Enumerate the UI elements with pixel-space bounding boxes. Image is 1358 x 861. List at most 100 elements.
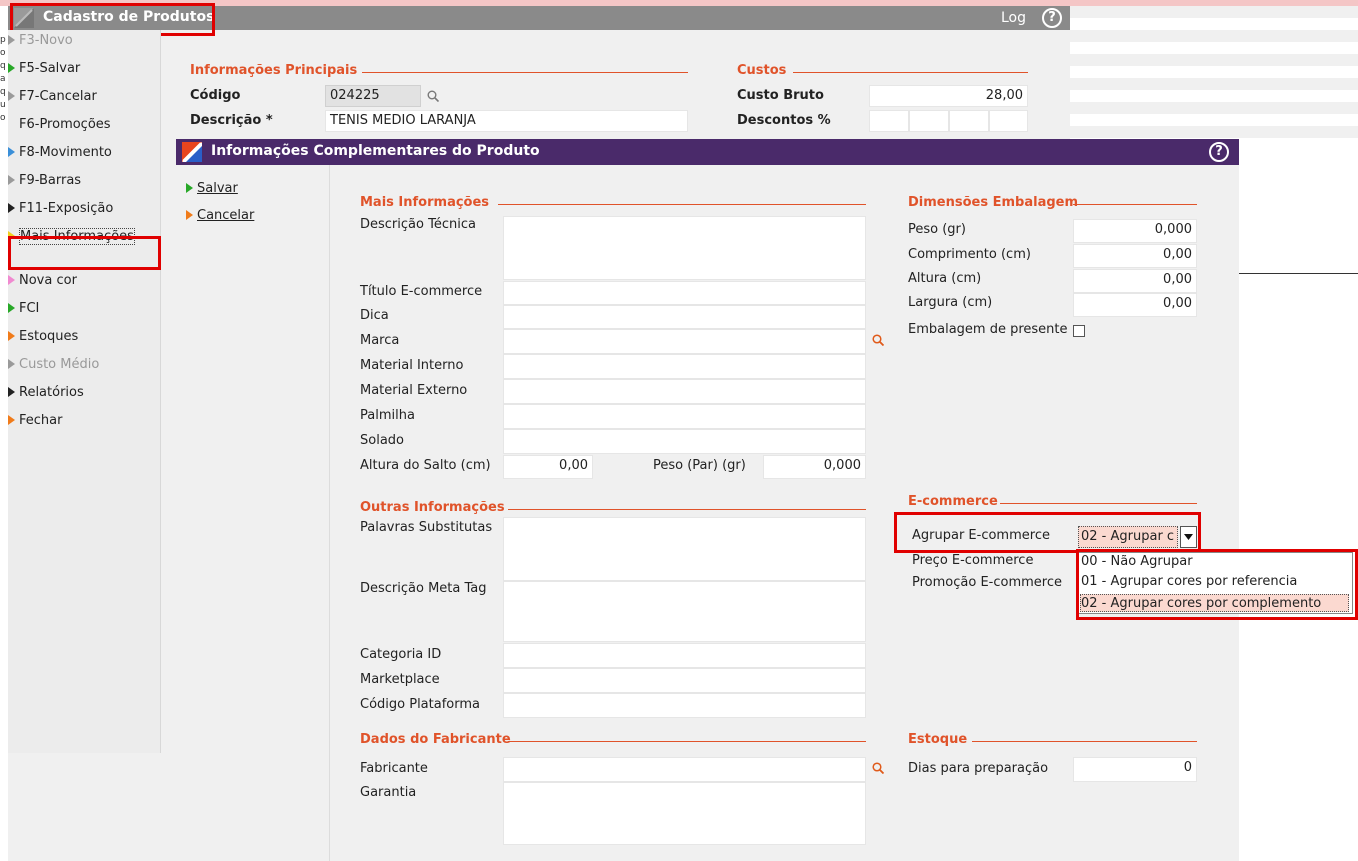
desconto-field-4[interactable] [989,110,1028,132]
descricao-tecnica-field[interactable] [503,216,866,280]
section-custos: Custos [737,63,787,78]
custo-bruto-field[interactable]: 28,00 [869,85,1028,107]
codigo-plataforma-field[interactable] [503,693,866,718]
marca-field[interactable] [503,329,866,354]
left-edge-text: poqaquo [0,35,6,123]
sidebar-item-salvar[interactable]: F5-Salvar [8,58,80,80]
sidebar-item-barras[interactable]: F9-Barras [8,170,81,192]
peso-par-label: Peso (Par) (gr) [653,458,746,473]
dias-preparacao-label: Dias para preparação [908,761,1049,776]
solado-label: Solado [360,433,404,448]
background-grid [1070,6,1358,146]
palavras-substitutas-field[interactable] [503,517,866,581]
mais-informacoes-highlight-box [8,236,161,270]
log-link[interactable]: Log [1001,10,1026,26]
triangle-icon [8,175,15,185]
section-estoque: Estoque [908,732,968,747]
triangle-icon [8,303,15,313]
peso-field[interactable]: 0,000 [1073,219,1197,243]
dica-label: Dica [360,308,389,323]
section-divider [498,204,866,205]
dica-field[interactable] [503,305,866,329]
dialog-menu [176,165,330,861]
help-icon[interactable]: ? [1042,8,1062,28]
search-icon[interactable] [872,334,884,346]
triangle-icon [8,387,15,397]
sidebar-item-exposicao[interactable]: F11-Exposição [8,198,113,220]
material-interno-field[interactable] [503,354,866,379]
descricao-tecnica-label: Descrição Técnica [360,217,476,232]
descricao-meta-tag-field[interactable] [503,581,866,642]
agrupar-highlight-box [894,512,1201,553]
triangle-icon [8,203,15,213]
dialog-cancelar-button[interactable]: Cancelar [186,205,254,227]
titulo-ecommerce-field[interactable] [503,281,866,305]
altura-salto-field[interactable]: 0,00 [503,455,593,479]
desconto-field-2[interactable] [909,110,949,132]
triangle-icon [186,183,193,193]
descricao-field[interactable]: TENIS MEDIO LARANJA [325,110,688,132]
codigo-label: Código [190,88,241,103]
search-icon[interactable] [872,762,884,774]
dias-preparacao-field[interactable]: 0 [1073,757,1197,782]
dialog-salvar-button[interactable]: Salvar [186,178,238,200]
preco-ecommerce-label: Preço E-commerce [912,553,1034,568]
embalagem-presente-checkbox[interactable] [1073,325,1085,337]
marketplace-field[interactable] [503,668,866,693]
altura-label: Altura (cm) [908,271,982,286]
codigo-plataforma-label: Código Plataforma [360,697,480,712]
section-divider [1000,503,1197,504]
desconto-field-1[interactable] [869,110,909,132]
sidebar-item-cancelar[interactable]: F7-Cancelar [8,86,97,108]
solado-field[interactable] [503,429,866,454]
section-informacoes-principais: Informações Principais [190,63,358,78]
sidebar-item-custo-medio[interactable]: Custo Médio [8,354,99,376]
fabricante-field[interactable] [503,757,866,782]
fabricante-label: Fabricante [360,761,428,776]
peso-par-field[interactable]: 0,000 [763,455,866,479]
desconto-field-3[interactable] [949,110,989,132]
descricao-meta-tag-label: Descrição Meta Tag [360,581,487,596]
codigo-field[interactable]: 024225 [325,85,421,107]
comprimento-label: Comprimento (cm) [908,247,1031,262]
altura-field[interactable]: 0,00 [1073,269,1197,293]
section-divider [793,72,1028,73]
garantia-field[interactable] [503,782,866,845]
largura-label: Largura (cm) [908,295,993,310]
triangle-icon [8,147,15,157]
palmilha-field[interactable] [503,404,866,429]
sidebar-item-promocoes[interactable]: F6-Promoções [19,114,111,136]
search-icon[interactable] [427,90,439,102]
sidebar-item-movimento[interactable]: F8-Movimento [8,142,112,164]
sidebar-item-nova-cor[interactable]: Nova cor [8,270,77,292]
background-divider [1239,273,1358,274]
sidebar-item-relatorios[interactable]: Relatórios [8,382,84,404]
altura-salto-label: Altura do Salto (cm) [360,458,491,473]
triangle-icon [8,63,15,73]
section-divider [972,741,1197,742]
triangle-icon [186,210,193,220]
section-ecommerce: E-commerce [908,494,998,509]
section-mais-informacoes: Mais Informações [360,195,490,210]
sidebar-item-estoques[interactable]: Estoques [8,326,78,348]
triangle-icon [8,331,15,341]
material-interno-label: Material Interno [360,358,464,373]
categoria-id-field[interactable] [503,643,866,668]
peso-label: Peso (gr) [908,222,966,237]
descricao-label: Descrição * [190,113,273,128]
help-icon[interactable]: ? [1209,142,1229,162]
descontos-label: Descontos % [737,113,831,128]
largura-field[interactable]: 0,00 [1073,293,1197,317]
section-outras-informacoes: Outras Informações [360,500,505,515]
app-logo-icon [182,142,202,162]
comprimento-field[interactable]: 0,00 [1073,244,1197,268]
sidebar-item-fechar[interactable]: Fechar [8,410,62,432]
embalagem-presente-label: Embalagem de presente [908,322,1068,337]
material-externo-field[interactable] [503,379,866,404]
triangle-icon [8,359,15,369]
sidebar-item-novo[interactable]: F3-Novo [8,30,73,52]
sidebar-item-fci[interactable]: FCI [8,298,39,320]
dropdown-highlight-box [1076,549,1358,620]
triangle-icon [8,35,15,45]
palavras-substitutas-label: Palavras Substitutas [360,520,493,535]
